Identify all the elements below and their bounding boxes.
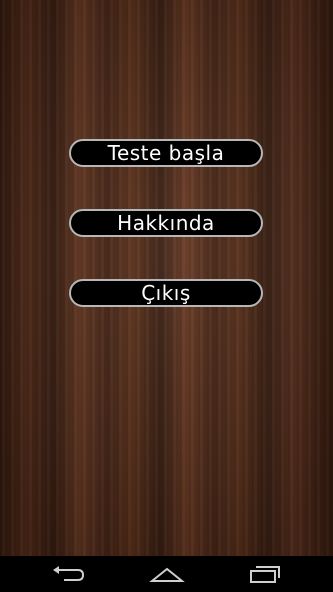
system-navigation-bar: [0, 556, 333, 592]
start-test-button[interactable]: Teste başla: [69, 139, 263, 167]
recents-icon[interactable]: [247, 564, 283, 584]
wood-background: [0, 0, 333, 556]
about-button[interactable]: Hakkında: [69, 209, 263, 237]
exit-button[interactable]: Çıkış: [69, 279, 263, 307]
home-icon[interactable]: [149, 564, 185, 584]
back-icon[interactable]: [50, 564, 86, 584]
